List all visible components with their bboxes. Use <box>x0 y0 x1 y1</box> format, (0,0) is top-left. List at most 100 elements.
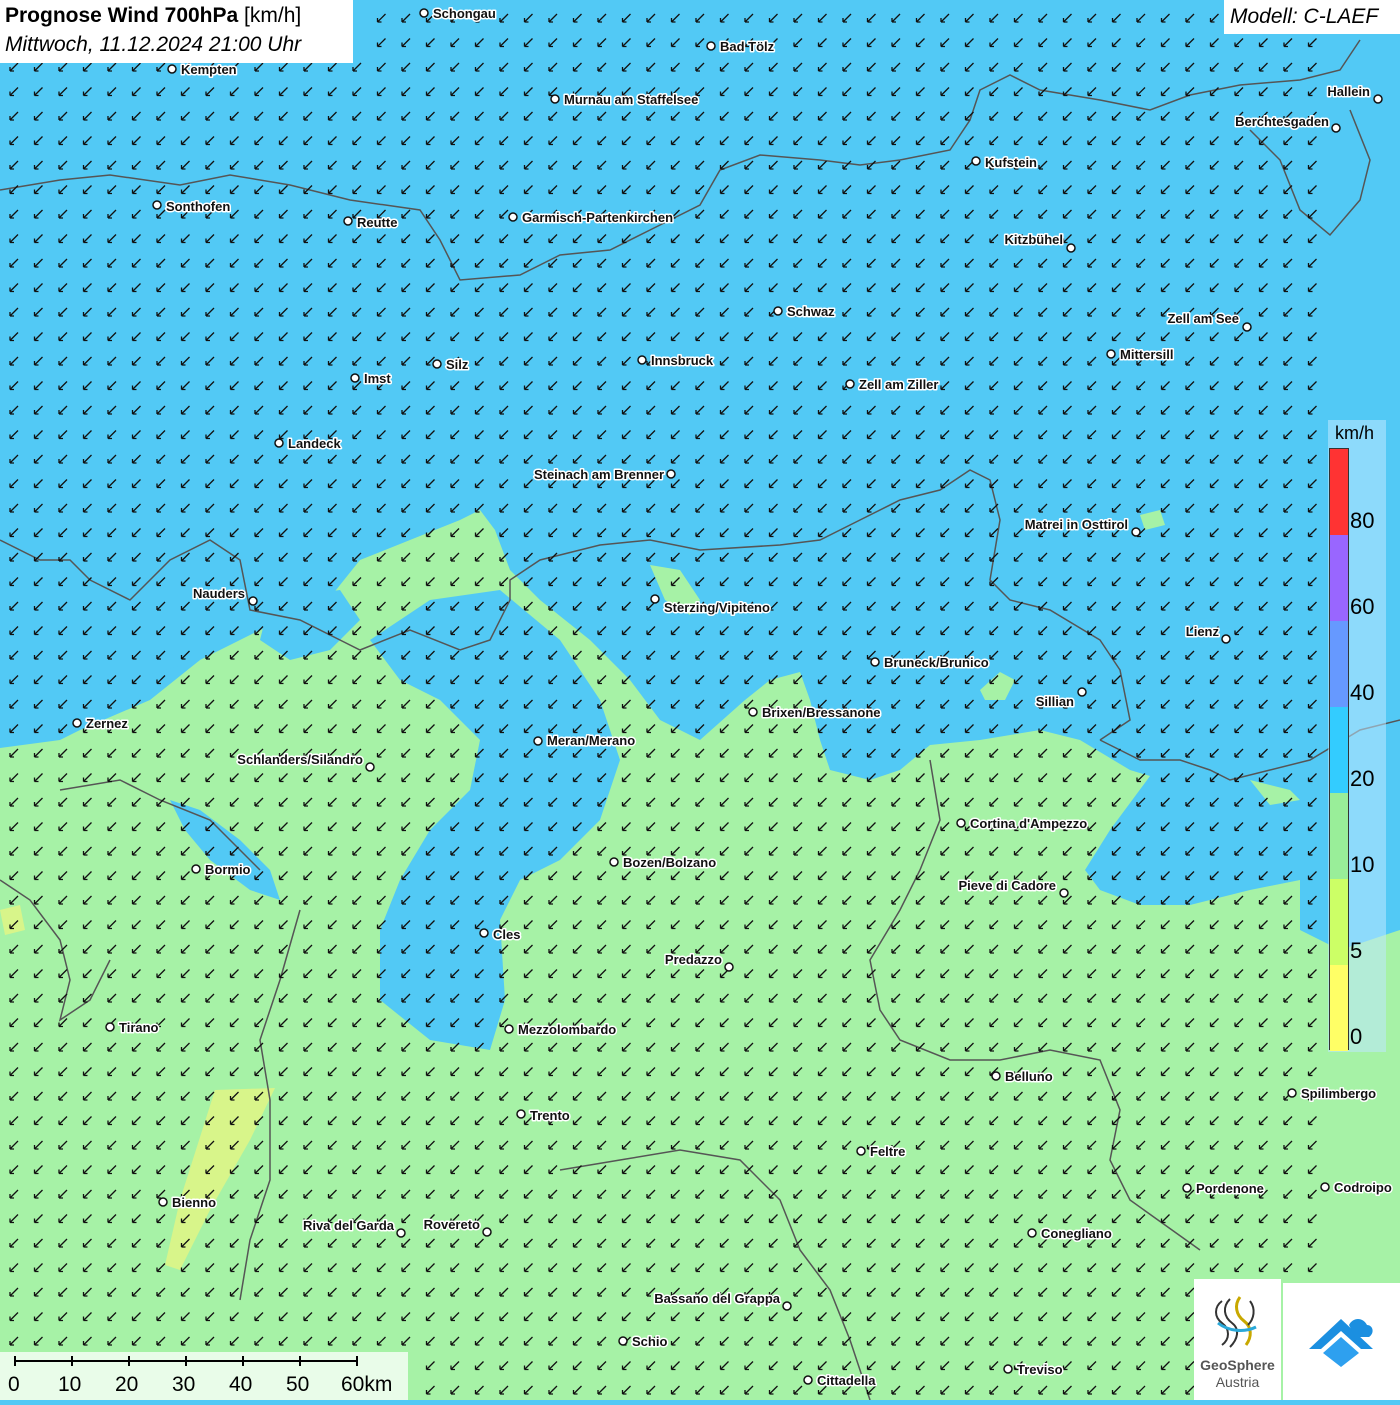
city-dot-icon <box>350 373 360 383</box>
legend-label-80: 80 <box>1350 508 1375 533</box>
city-dot-icon <box>1287 1088 1297 1098</box>
city-label: Treviso <box>1017 1362 1063 1377</box>
city-label: Kitzbühel <box>1005 232 1064 247</box>
city-dot-icon <box>748 707 758 717</box>
city-label: Conegliano <box>1041 1226 1112 1241</box>
legend-label-40: 40 <box>1350 680 1375 705</box>
geosphere-logo[interactable]: GeoSphere Austria <box>1194 1279 1281 1400</box>
scale-tick <box>299 1356 301 1366</box>
scale-tick <box>71 1356 73 1366</box>
city-dot-icon <box>1373 94 1383 104</box>
map-title-unit: [km/h] <box>244 4 302 27</box>
city-label: Feltre <box>870 1144 905 1159</box>
city-dot-icon <box>419 8 429 18</box>
city-label: Lienz <box>1186 624 1220 639</box>
city-dot-icon <box>803 1375 813 1385</box>
city-dot-icon <box>1320 1182 1330 1192</box>
city-dot-icon <box>432 359 442 369</box>
city-dot-icon <box>516 1109 526 1119</box>
city-dot-icon <box>152 200 162 210</box>
city-label: Zell am Ziller <box>859 377 938 392</box>
city-dot-icon <box>482 1227 492 1237</box>
city-dot-icon <box>1077 687 1087 697</box>
scale-tick <box>14 1356 16 1366</box>
city-dot-icon <box>396 1228 406 1238</box>
city-dot-icon <box>1059 888 1069 898</box>
city-label: Spilimbergo <box>1301 1086 1376 1101</box>
legend-band-60-80 <box>1330 535 1348 621</box>
city-dot-icon <box>956 818 966 828</box>
city-dot-icon <box>274 438 284 448</box>
city-label: Cles <box>493 927 520 942</box>
city-label: Codroipo <box>1334 1180 1392 1195</box>
legend-band-5-10 <box>1330 879 1348 965</box>
city-dot-icon <box>1182 1183 1192 1193</box>
city-dot-icon <box>706 41 716 51</box>
legend-unit: km/h <box>1335 423 1375 443</box>
city-dot-icon <box>504 1024 514 1034</box>
city-dot-icon <box>1106 349 1116 359</box>
city-dot-icon <box>1027 1228 1037 1238</box>
scale-tick <box>128 1356 130 1366</box>
scale-tick <box>356 1356 358 1366</box>
map-title-main: Prognose Wind 700hPa <box>5 4 239 27</box>
city-dot-icon <box>248 596 258 606</box>
city-label: Schio <box>632 1334 667 1349</box>
city-dot-icon <box>1221 634 1231 644</box>
city-dot-icon <box>618 1336 628 1346</box>
city-label: Mittersill <box>1120 347 1173 362</box>
city-label: Steinach am Brenner <box>534 467 664 482</box>
scale-label-10: 10 <box>58 1373 82 1396</box>
city-label: Bassano del Grappa <box>654 1291 780 1306</box>
legend-band-0-5 <box>1330 965 1348 1051</box>
city-dot-icon <box>550 94 560 104</box>
city-dot-icon <box>609 857 619 867</box>
city-label: Bienno <box>172 1195 216 1210</box>
city-dot-icon <box>782 1301 792 1311</box>
legend-label-20: 20 <box>1350 766 1375 791</box>
city-dot-icon <box>158 1197 168 1207</box>
city-dot-icon <box>666 469 676 479</box>
legend-label-5: 5 <box>1350 938 1363 963</box>
scale-tick <box>185 1356 187 1366</box>
city-dot-icon <box>1331 123 1341 133</box>
city-label: Pordenone <box>1196 1181 1264 1196</box>
scale-label-30: 30 <box>172 1373 196 1396</box>
city-label: Schongau <box>433 6 496 21</box>
city-dot-icon <box>508 212 518 222</box>
city-label: Zernez <box>86 716 128 731</box>
city-dot-icon <box>650 594 660 604</box>
city-label: Imst <box>364 371 391 386</box>
city-dot-icon <box>991 1071 1001 1081</box>
city-label: Belluno <box>1005 1069 1053 1084</box>
city-label: Bruneck/Brunico <box>884 655 989 670</box>
city-label: Matrei in Osttirol <box>1025 517 1128 532</box>
city-dot-icon <box>105 1022 115 1032</box>
app-logo[interactable] <box>1283 1283 1400 1400</box>
legend-label-10: 10 <box>1350 852 1375 877</box>
city-label: Murnau am Staffelsee <box>564 92 698 107</box>
city-label: Schlanders/Silandro <box>237 752 363 767</box>
city-label: Sonthofen <box>166 199 230 214</box>
wind-map[interactable]: Schongau Bad Tölz Kempten Hallein Murnau am … <box>0 0 1400 1400</box>
model-label: Modell: C-LAEF <box>1230 5 1379 28</box>
city-dot-icon <box>845 379 855 389</box>
city-dot-icon <box>1003 1364 1013 1374</box>
city-dot-icon <box>724 962 734 972</box>
city-label: Hallein <box>1327 84 1370 99</box>
city-label: Silz <box>446 357 469 372</box>
city-label: Zell am See <box>1167 311 1239 326</box>
geosphere-sub: Austria <box>1215 1374 1260 1390</box>
legend-band-40-60 <box>1330 621 1348 707</box>
legend-band-80-plus <box>1330 449 1348 535</box>
city-label: Kufstein <box>985 155 1037 170</box>
scale-tick <box>242 1356 244 1366</box>
city-dot-icon <box>365 762 375 772</box>
geosphere-name: GeoSphere <box>1200 1357 1275 1373</box>
color-legend <box>1329 448 1349 1051</box>
city-label: Pieve di Cadore <box>958 878 1056 893</box>
city-label: Predazzo <box>665 952 722 967</box>
city-label: Innsbruck <box>651 353 714 368</box>
city-label: Sillian <box>1036 694 1074 709</box>
weather-app-icon <box>1309 1319 1373 1367</box>
